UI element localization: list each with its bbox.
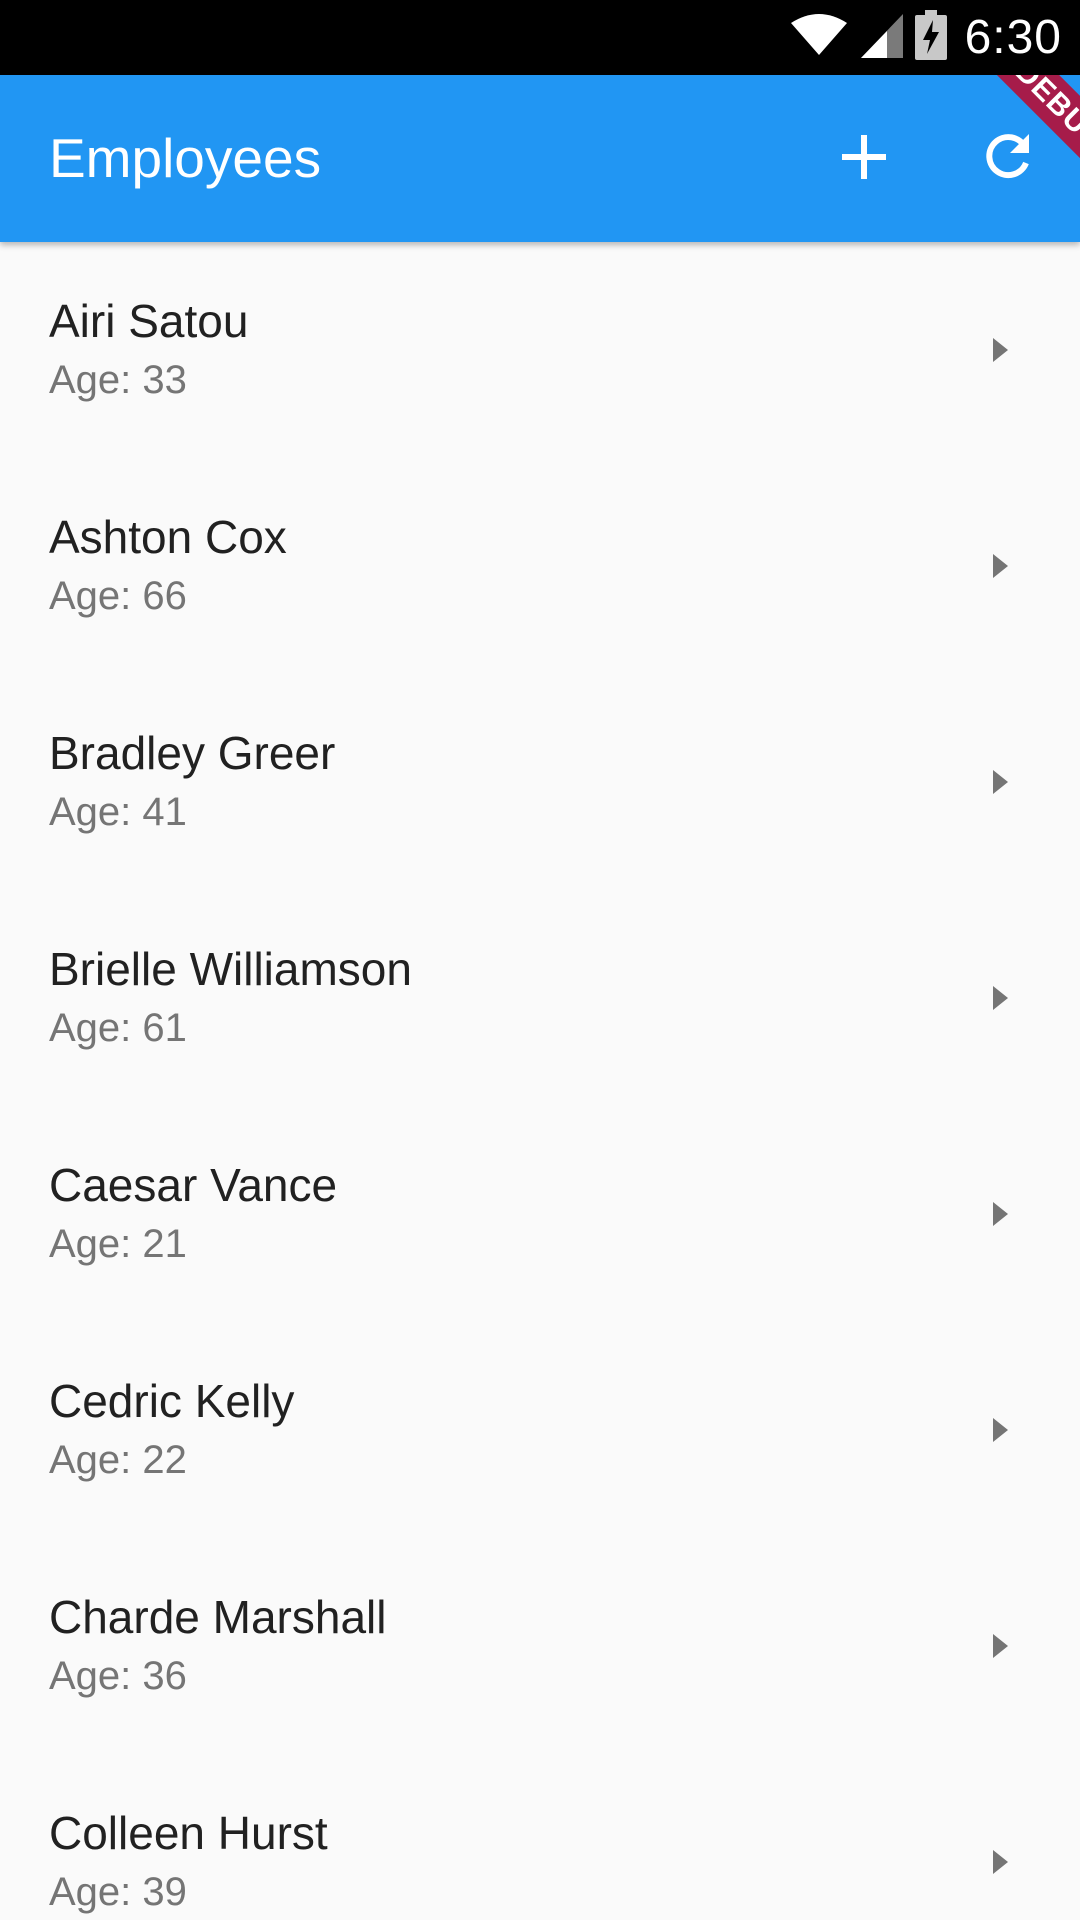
- chevron-right-icon: [984, 551, 1014, 581]
- employee-list-item[interactable]: Bradley Greer Age: 41: [0, 674, 1080, 890]
- employee-name: Cedric Kelly: [49, 1375, 295, 1427]
- chevron-right-icon: [984, 1199, 1014, 1229]
- refresh-icon: [982, 131, 1034, 188]
- chevron-right-icon: [984, 983, 1014, 1013]
- employee-list-item[interactable]: Brielle Williamson Age: 61: [0, 890, 1080, 1106]
- status-time: 6:30: [964, 11, 1062, 64]
- employee-list-item[interactable]: Caesar Vance Age: 21: [0, 1106, 1080, 1322]
- employee-name: Charde Marshall: [49, 1591, 387, 1643]
- employee-name: Ashton Cox: [49, 511, 287, 563]
- chevron-right-icon: [984, 767, 1014, 797]
- employee-age: Age: 36: [49, 1654, 187, 1698]
- chevron-right-icon: [984, 1631, 1014, 1661]
- employee-list-item[interactable]: Colleen Hurst Age: 39: [0, 1754, 1080, 1920]
- employee-age: Age: 22: [49, 1438, 187, 1482]
- employee-list-item[interactable]: Charde Marshall Age: 36: [0, 1538, 1080, 1754]
- cellular-signal-icon: [859, 10, 905, 65]
- refresh-button[interactable]: [964, 115, 1052, 203]
- status-bar: 6:30: [0, 0, 1080, 75]
- add-employee-button[interactable]: [820, 115, 908, 203]
- chevron-right-icon: [984, 1847, 1014, 1877]
- employee-name: Colleen Hurst: [49, 1807, 328, 1859]
- chevron-right-icon: [984, 335, 1014, 365]
- chevron-right-icon: [984, 1415, 1014, 1445]
- employee-list: Airi Satou Age: 33 Ashton Cox Age: 66 Bradle…: [0, 242, 1080, 1920]
- employee-list-item[interactable]: Cedric Kelly Age: 22: [0, 1322, 1080, 1538]
- employee-age: Age: 41: [49, 790, 187, 834]
- wifi-icon: [789, 13, 849, 62]
- employee-list-item[interactable]: Airi Satou Age: 33: [0, 242, 1080, 458]
- employee-name: Caesar Vance: [49, 1159, 338, 1211]
- status-icons: 6:30: [789, 0, 1062, 75]
- employee-age: Age: 39: [49, 1870, 187, 1914]
- employee-age: Age: 61: [49, 1006, 187, 1050]
- add-icon: [840, 133, 888, 186]
- employee-age: Age: 66: [49, 574, 187, 618]
- employee-name: Brielle Williamson: [49, 943, 412, 995]
- employee-list-item[interactable]: Ashton Cox Age: 66: [0, 458, 1080, 674]
- employee-age: Age: 21: [49, 1222, 187, 1266]
- employee-age: Age: 33: [49, 358, 187, 402]
- app-bar: Employees DEBUG: [0, 75, 1080, 242]
- page-title: Employees: [49, 127, 322, 189]
- battery-charging-icon: [914, 10, 947, 65]
- employee-name: Bradley Greer: [49, 727, 336, 779]
- employee-name: Airi Satou: [49, 295, 249, 347]
